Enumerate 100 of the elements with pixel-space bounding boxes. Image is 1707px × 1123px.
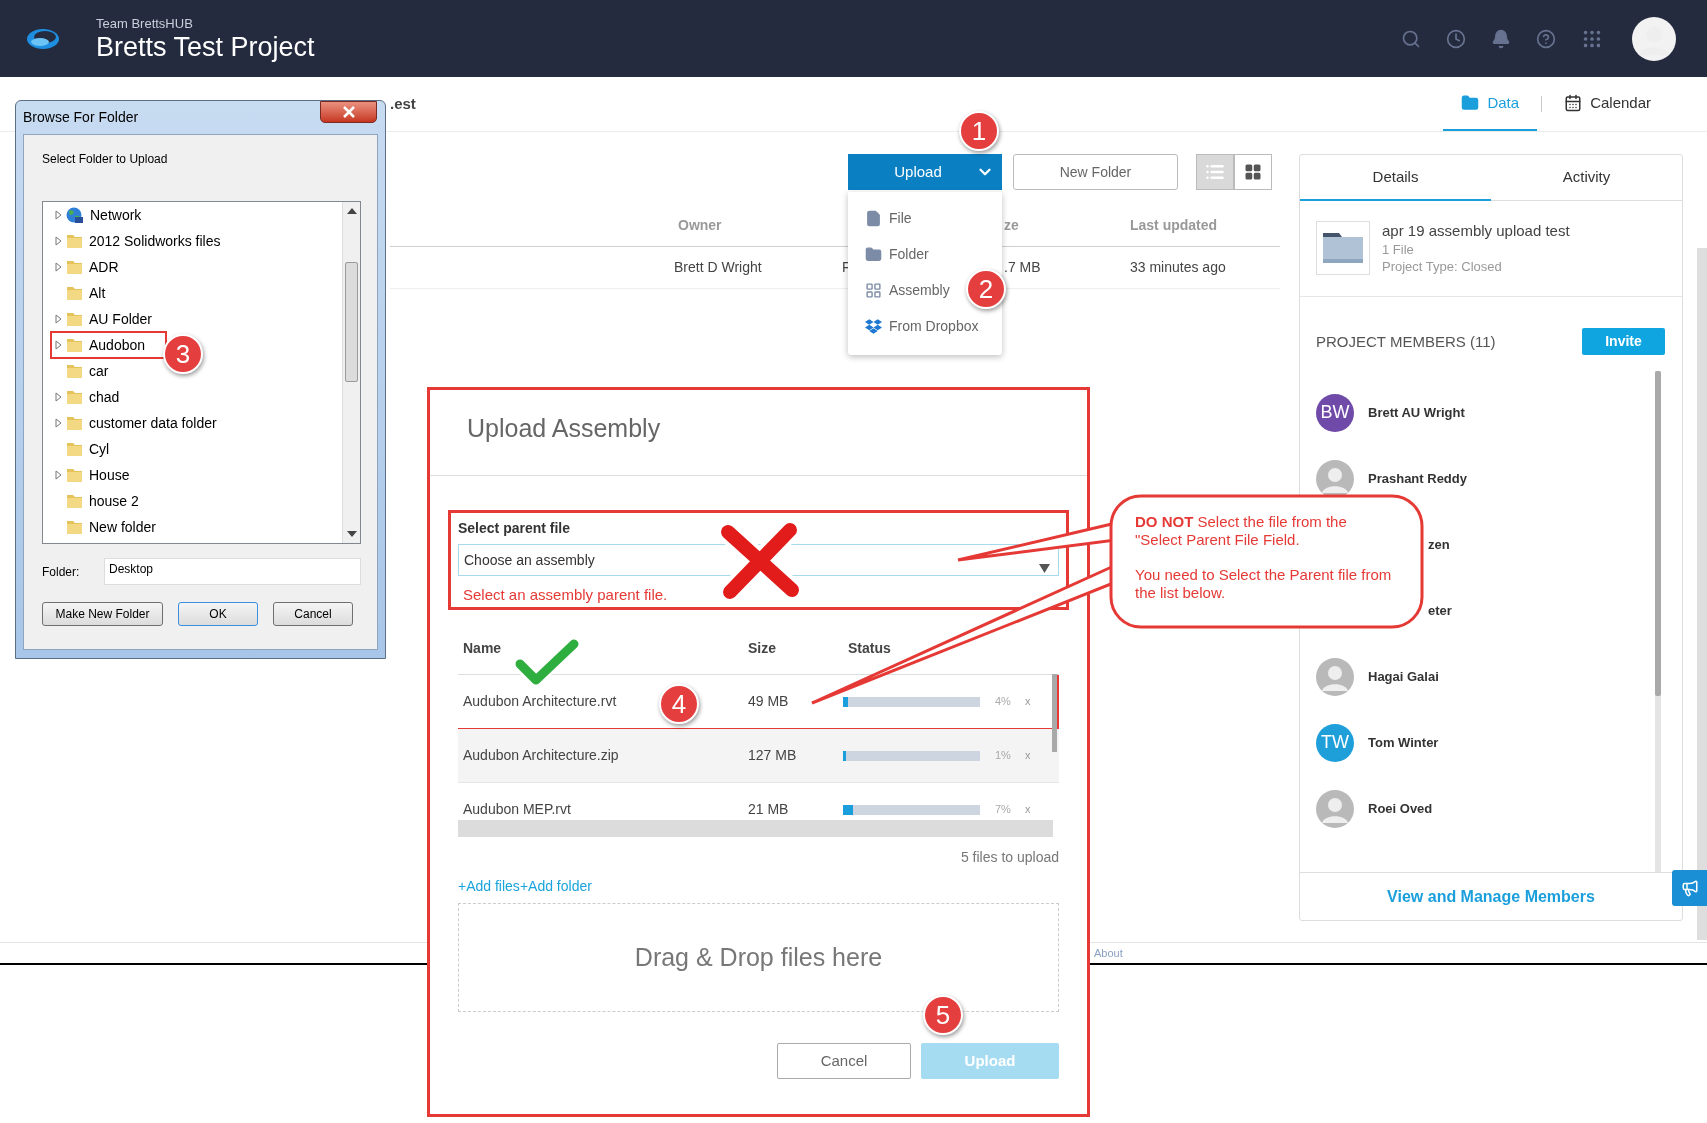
scrollbar-thumb[interactable] [1655,370,1661,696]
expand-arrow-icon[interactable] [55,210,62,220]
menu-item[interactable]: From Dropbox [865,308,979,344]
panel-tab[interactable]: Details [1300,155,1491,201]
column-header: Owner [677,216,723,235]
tree-item[interactable]: House [89,464,130,486]
column-header: Status [848,638,891,658]
grid-view-button[interactable] [1234,154,1272,190]
expand-arrow-icon[interactable] [55,262,62,272]
folder-label: Folder: [42,563,81,581]
tree-item[interactable]: Audobon [89,334,146,356]
dialog-title: Upload Assembly [467,413,661,444]
column-header: Name [462,638,503,658]
member-name[interactable]: Hagai Galai [1368,666,1439,687]
table-cell-text: 33 minutes ago [1130,258,1227,277]
megaphone-icon [1681,879,1699,897]
folder-icon [66,233,83,249]
clock-icon[interactable] [1446,28,1466,49]
progress-percent: 1% [995,748,1012,764]
expand-arrow-icon[interactable] [55,392,62,402]
new-folder-button[interactable]: New Folder [1013,154,1178,190]
folder-icon [1323,233,1363,263]
member-avatar: BW [1316,393,1354,432]
file-size: 49 MB [748,693,789,709]
tree-item[interactable]: 2012 Solidworks files [89,230,221,252]
file-size: 21 MB [748,801,789,817]
expand-arrow-icon[interactable] [55,470,62,480]
scrollbar[interactable] [342,202,360,543]
folder-icon [66,519,83,535]
folder-icon [1461,94,1480,112]
tree-item[interactable]: Cyl [89,438,110,460]
search-icon[interactable] [1401,28,1421,49]
callout-text: DO NOT Select the file from the "Select Parent File Field. [1135,513,1348,549]
menu-item[interactable]: Assembly [865,272,950,308]
member-name[interactable]: Tom Winter [1368,732,1439,753]
menu-item[interactable]: Folder [865,236,929,272]
scrollbar[interactable] [458,820,1053,837]
user-avatar [1316,789,1354,828]
close-button[interactable] [320,101,377,123]
folder-icon [865,245,882,263]
file-name: Audubon Architecture.rvt [463,693,617,709]
member-name[interactable]: zen [1428,534,1450,555]
dialog-button[interactable]: Make New Folder [42,602,163,626]
panel-tab[interactable]: Activity [1491,155,1682,201]
upload-menu-toggle[interactable] [968,154,1002,190]
scroll-up-icon[interactable] [347,208,357,214]
table-cell-text: Brett D Wright [674,258,763,277]
folder-icon [66,467,83,483]
tree-item[interactable]: AU Folder [89,308,153,330]
tree-item[interactable]: Network [90,204,142,226]
column-header: Size [748,638,777,658]
scroll-down-icon[interactable] [347,531,357,537]
expand-arrow-icon[interactable] [55,314,62,324]
dropdown-arrow-icon [1039,563,1050,573]
expand-arrow-icon[interactable] [55,340,62,350]
user-avatar [1316,657,1354,696]
cancel-button[interactable]: Cancel [777,1043,911,1079]
project-title[interactable]: Bretts Test Project [96,31,315,62]
help-icon[interactable] [1536,28,1556,49]
member-name[interactable]: Prashant Reddy [1368,468,1467,489]
member-name[interactable]: Brett AU Wright [1368,402,1465,423]
scrollbar-thumb[interactable] [1052,674,1057,752]
bell-icon[interactable] [1491,28,1511,49]
member-name[interactable]: eter [1428,600,1452,621]
upload-button[interactable]: Upload [848,154,968,190]
feedback-button[interactable] [1672,870,1707,906]
user-avatar [1316,459,1354,498]
folder-input[interactable]: Desktop [104,558,361,585]
tree-item[interactable]: Alt [89,282,106,304]
member-name[interactable]: Roei Oved [1368,798,1433,819]
dialog-button[interactable]: Cancel [273,602,353,626]
project-name: .est [390,93,416,114]
scrollbar[interactable] [1697,248,1707,940]
tree-item[interactable]: house 2 [89,490,139,512]
expand-arrow-icon[interactable] [55,418,62,428]
folder-icon [66,441,83,457]
file-count: 5 files to upload [960,848,1059,867]
error-message: Select an assembly parent file. [462,585,669,605]
dialog-button[interactable]: OK [178,602,258,626]
file-size: 127 MB [748,747,797,763]
dialog-title: Browse For Folder [23,108,139,127]
folder-icon [66,259,83,275]
tree-item[interactable]: customer data folder [89,412,217,434]
folder-icon [66,285,83,301]
file-name: Audubon Architecture.zip [463,747,619,763]
expand-arrow-icon[interactable] [55,236,62,246]
members-heading: PROJECT MEMBERS (11) [1316,331,1496,352]
globe-icon [66,206,84,224]
progress-percent: 4% [995,694,1012,710]
team-name: Team BrettsHUB [96,15,194,32]
tree-item[interactable]: ADR [89,256,119,278]
folder-icon [66,493,83,509]
menu-item[interactable]: File [865,200,912,236]
view-tab[interactable]: Calendar [1546,77,1669,131]
dialog-prompt: Select Folder to Upload [42,151,169,168]
user-avatar [1632,16,1676,61]
tree-item[interactable]: chad [89,386,120,408]
tree-item[interactable]: car [89,360,109,382]
field-label: Select parent file [458,519,572,538]
tree-item[interactable]: New folder [89,516,156,538]
